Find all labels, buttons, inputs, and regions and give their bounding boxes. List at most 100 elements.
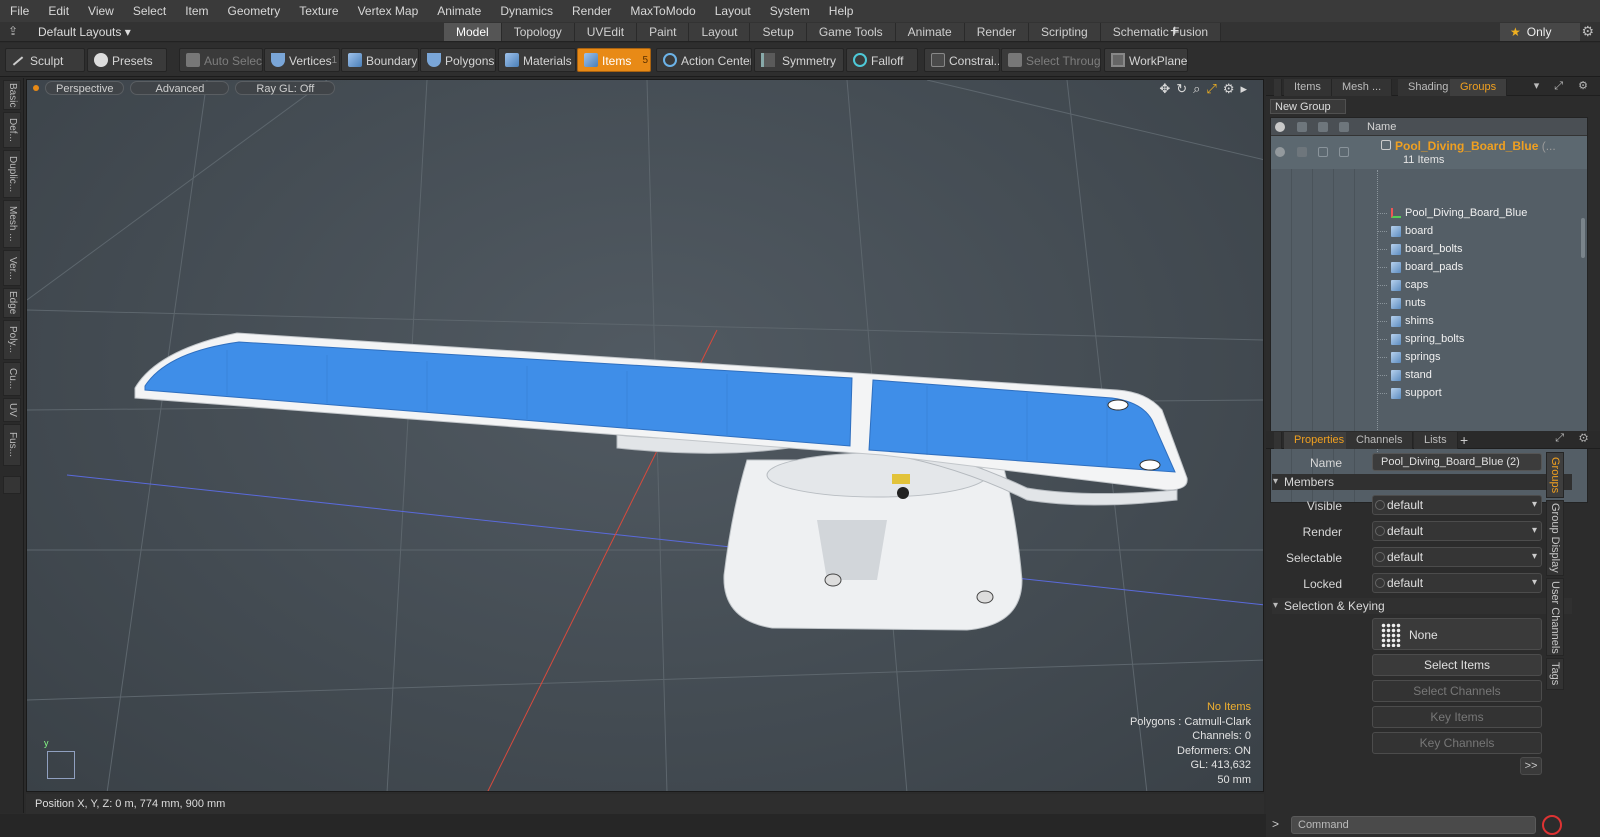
- list-item[interactable]: spring_bolts: [1376, 331, 1464, 348]
- workplane-button[interactable]: WorkPlane: [1104, 48, 1188, 72]
- viewport-menu-dot-icon[interactable]: [33, 85, 39, 91]
- list-item[interactable]: board_pads: [1376, 259, 1463, 276]
- menu-file[interactable]: File: [0, 0, 38, 22]
- group-render-icon[interactable]: [1297, 147, 1307, 157]
- left-tab-basic[interactable]: Basic: [3, 80, 21, 110]
- viewport-gear-icon[interactable]: ⚙: [1223, 81, 1235, 97]
- render-col-icon[interactable]: [1297, 122, 1307, 132]
- menu-item[interactable]: Item: [175, 0, 217, 22]
- selectable-select[interactable]: default: [1372, 547, 1542, 567]
- presets-button[interactable]: Presets: [87, 48, 167, 72]
- tab-scripting[interactable]: Scripting: [1029, 23, 1101, 41]
- vertices-button[interactable]: Vertices 1: [264, 48, 340, 72]
- select-items-button[interactable]: Select Items: [1372, 654, 1542, 676]
- select-channels-button[interactable]: Select Channels: [1372, 680, 1542, 702]
- more-button[interactable]: >>: [1520, 757, 1542, 775]
- left-tab-uv[interactable]: UV: [3, 398, 21, 422]
- left-tab-duplicate[interactable]: Duplic...: [3, 150, 21, 198]
- menu-edit[interactable]: Edit: [38, 0, 78, 22]
- tab-mesh[interactable]: Mesh ...: [1332, 79, 1393, 96]
- left-tab-edge[interactable]: Edge: [3, 288, 21, 318]
- tree-scrollbar[interactable]: [1581, 218, 1585, 258]
- left-tab-polygon[interactable]: Poly...: [3, 320, 21, 360]
- list-item[interactable]: shims: [1377, 313, 1434, 330]
- tab-game-tools[interactable]: Game Tools: [806, 23, 896, 41]
- falloff-button[interactable]: Falloff: [846, 48, 918, 72]
- group-lock-icon[interactable]: [1339, 147, 1349, 157]
- members-section[interactable]: Members: [1272, 474, 1572, 490]
- menu-texture[interactable]: Texture: [289, 0, 347, 22]
- polygons-button[interactable]: Polygons: [420, 48, 496, 72]
- command-chevron-icon[interactable]: >: [1272, 817, 1279, 831]
- side-tab-user-channels[interactable]: User Channels: [1546, 578, 1564, 656]
- tab-items[interactable]: Items: [1284, 79, 1332, 96]
- materials-button[interactable]: Materials: [498, 48, 576, 72]
- side-tab-group-display[interactable]: Group Display: [1546, 500, 1564, 576]
- tab-properties[interactable]: Properties: [1284, 432, 1356, 449]
- locked-select[interactable]: default: [1372, 573, 1542, 593]
- lock-col-icon[interactable]: [1339, 122, 1349, 132]
- render-select[interactable]: default: [1372, 521, 1542, 541]
- record-icon[interactable]: [1542, 815, 1562, 835]
- constraints-button[interactable]: Constrai...: [924, 48, 1000, 72]
- tab-setup[interactable]: Setup: [750, 23, 807, 41]
- tab-channels[interactable]: Channels: [1346, 432, 1414, 449]
- symmetry-button[interactable]: Symmetry: [754, 48, 844, 72]
- tab-lists[interactable]: Lists: [1414, 432, 1458, 449]
- tab-uvedit[interactable]: UVEdit: [574, 23, 638, 41]
- left-tab-vertex[interactable]: Ver...: [3, 250, 21, 286]
- visible-select[interactable]: default: [1372, 495, 1542, 515]
- list-item[interactable]: Pool_Diving_Board_Blue: [1376, 205, 1527, 222]
- advanced-button[interactable]: Advanced: [130, 81, 230, 95]
- move-view-icon[interactable]: ✥: [1159, 81, 1170, 97]
- fit-view-icon[interactable]: ⤢: [1206, 81, 1216, 97]
- gear-icon[interactable]: ⚙: [1581, 23, 1594, 40]
- sculpt-button[interactable]: Sculpt: [5, 48, 85, 72]
- menu-dynamics[interactable]: Dynamics: [490, 0, 562, 22]
- only-toggle[interactable]: ★ Only: [1500, 23, 1580, 41]
- group-visible-icon[interactable]: [1275, 147, 1285, 157]
- tab-animate[interactable]: Animate: [895, 23, 965, 41]
- tab-groups[interactable]: Groups: [1450, 79, 1508, 96]
- menu-view[interactable]: View: [78, 0, 123, 22]
- list-item[interactable]: springs: [1376, 349, 1440, 366]
- 3d-viewport[interactable]: Perspective Advanced Ray GL: Off ✥ ↻ ⌕ ⤢…: [26, 79, 1264, 792]
- list-item[interactable]: board: [1376, 223, 1433, 240]
- props-tab-dot[interactable]: [1274, 432, 1282, 449]
- menu-help[interactable]: Help: [819, 0, 863, 22]
- menu-animate[interactable]: Animate: [427, 0, 490, 22]
- menu-maxtomodo[interactable]: MaxToModo: [620, 0, 704, 22]
- key-items-button[interactable]: Key Items: [1372, 706, 1542, 728]
- layout-arrow-icon[interactable]: ⇪: [8, 24, 18, 38]
- rotate-view-icon[interactable]: ↻: [1176, 81, 1187, 97]
- menu-render[interactable]: Render: [562, 0, 620, 22]
- zoom-view-icon[interactable]: ⌕: [1193, 81, 1200, 97]
- left-tab-curve[interactable]: Cu...: [3, 362, 21, 396]
- menu-layout[interactable]: Layout: [705, 0, 760, 22]
- key-channels-button[interactable]: Key Channels: [1372, 732, 1542, 754]
- menu-geometry[interactable]: Geometry: [218, 0, 290, 22]
- list-item[interactable]: stand: [1377, 367, 1432, 384]
- perspective-button[interactable]: Perspective: [45, 81, 125, 95]
- visibility-col-icon[interactable]: [1275, 122, 1285, 132]
- side-tab-groups[interactable]: Groups: [1546, 452, 1564, 498]
- tab-render[interactable]: Render: [964, 23, 1030, 41]
- left-tab-fusion[interactable]: Fus...: [3, 424, 21, 466]
- tab-topology[interactable]: Topology: [501, 23, 575, 41]
- items-button[interactable]: Items 5: [577, 48, 651, 72]
- menu-system[interactable]: System: [760, 0, 819, 22]
- tab-schematic-fusion[interactable]: Schematic Fusion: [1100, 23, 1222, 41]
- viewport-expand-icon[interactable]: ▸: [1240, 81, 1247, 97]
- left-tab-mesh[interactable]: Mesh ...: [3, 200, 21, 248]
- scene-panel-controls-icon[interactable]: ▾ ⤢ ⚙: [1534, 79, 1594, 93]
- list-item[interactable]: caps: [1376, 277, 1428, 294]
- left-tab-extra[interactable]: [3, 476, 21, 494]
- command-input[interactable]: Command: [1291, 816, 1536, 834]
- menu-vertex-map[interactable]: Vertex Map: [348, 0, 428, 22]
- tab-layout[interactable]: Layout: [689, 23, 751, 41]
- add-tab-icon[interactable]: +: [1170, 22, 1179, 42]
- name-field[interactable]: Pool_Diving_Board_Blue (2): [1372, 453, 1542, 471]
- list-item[interactable]: board_bolts: [1377, 241, 1463, 258]
- select-col-icon[interactable]: [1318, 122, 1328, 132]
- list-item[interactable]: support: [1377, 385, 1442, 402]
